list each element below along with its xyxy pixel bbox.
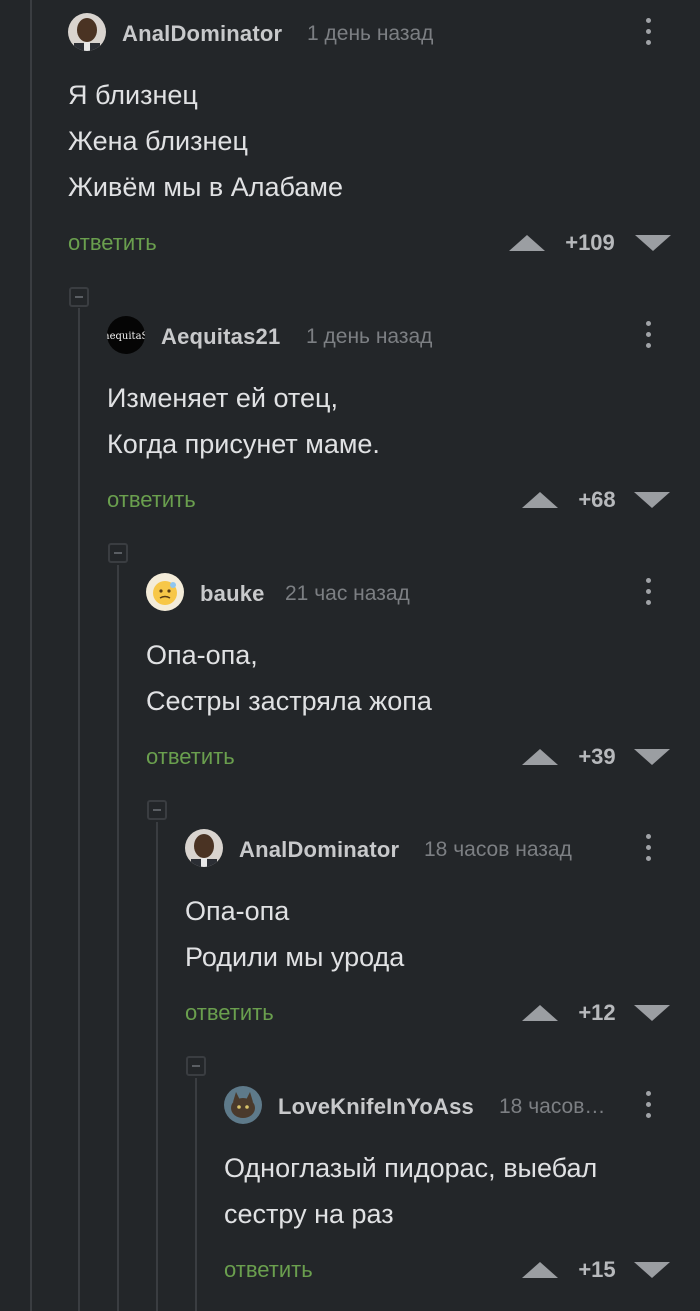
username[interactable]: Aequitas21 <box>161 324 280 350</box>
timestamp: 1 день назад <box>307 22 434 45</box>
upvote-arrow-icon[interactable] <box>522 749 558 765</box>
avatar[interactable] <box>146 573 184 611</box>
comment: bauke 21 час назад Опа-опа, Сестры застр… <box>146 572 700 822</box>
comment-header: LoveKnifeInYoAss 18 часов… <box>224 1085 700 1125</box>
comment-text: Опа-опа Родили мы урода <box>185 896 405 972</box>
comment-header: bauke 21 час назад <box>146 572 700 612</box>
thread-line <box>117 565 119 1311</box>
downvote-arrow-icon[interactable] <box>635 235 671 251</box>
comment-header: AnalDominator 1 день назад <box>68 12 700 52</box>
svg-text:aequitaS: aequitaS <box>107 331 145 342</box>
timestamp: 18 часов… <box>499 1095 606 1118</box>
comment-score: +12 <box>578 1000 616 1025</box>
comment-score: +39 <box>578 744 616 769</box>
comment-header: AnalDominator 18 часов назад <box>185 828 700 868</box>
comment-text: Изменяет ей отец, Когда присунет маме. <box>107 383 380 459</box>
comment-header: aequitaS Aequitas21 1 день назад <box>107 315 700 355</box>
timestamp: 1 день назад <box>306 325 433 348</box>
reply-button[interactable]: ответить <box>68 230 157 256</box>
comment: AnalDominator 18 часов назад Опа-опа Род… <box>185 828 700 1078</box>
avatar-man-icon <box>68 13 106 51</box>
comment-score: +15 <box>578 1257 616 1282</box>
upvote-arrow-icon[interactable] <box>509 235 545 251</box>
collapse-thread-button[interactable] <box>69 287 89 307</box>
thread-line <box>30 0 32 1311</box>
vote-controls: +15 <box>522 1257 700 1287</box>
downvote-arrow-icon[interactable] <box>634 1262 670 1278</box>
comment-text: Одноглазый пидорас, выебал сестру на раз <box>224 1153 598 1229</box>
vote-controls: +12 <box>522 1000 700 1030</box>
comment-score: +68 <box>578 487 616 512</box>
upvote-arrow-icon[interactable] <box>522 492 558 508</box>
username[interactable]: LoveKnifeInYoAss <box>278 1094 474 1120</box>
comment: aequitaS Aequitas21 1 день назад Изменяе… <box>107 315 700 565</box>
reply-button[interactable]: ответить <box>107 487 196 513</box>
avatar[interactable] <box>185 829 223 867</box>
avatar[interactable] <box>68 13 106 51</box>
avatar-man-icon <box>185 829 223 867</box>
more-options-icon[interactable] <box>642 321 654 349</box>
downvote-arrow-icon[interactable] <box>634 749 670 765</box>
comment-score: +109 <box>565 230 615 255</box>
vote-controls: +39 <box>522 744 700 774</box>
comment-text: Я близнец Жена близнец Живём мы в Алабам… <box>68 80 343 202</box>
avatar-aequitas-icon: aequitaS <box>107 316 145 354</box>
avatar-cat-icon <box>224 1086 262 1124</box>
timestamp: 18 часов назад <box>424 838 572 861</box>
upvote-arrow-icon[interactable] <box>522 1262 558 1278</box>
thread-line <box>156 822 158 1311</box>
avatar[interactable] <box>224 1086 262 1124</box>
username[interactable]: AnalDominator <box>239 837 399 863</box>
avatar[interactable]: aequitaS <box>107 316 145 354</box>
reply-button[interactable]: ответить <box>146 744 235 770</box>
comment: AnalDominator 1 день назад Я близнец Жен… <box>68 12 700 262</box>
upvote-arrow-icon[interactable] <box>522 1005 558 1021</box>
vote-controls: +109 <box>509 230 700 260</box>
downvote-arrow-icon[interactable] <box>634 492 670 508</box>
more-options-icon[interactable] <box>642 834 654 862</box>
username[interactable]: AnalDominator <box>122 21 282 47</box>
more-options-icon[interactable] <box>642 1091 654 1119</box>
downvote-arrow-icon[interactable] <box>634 1005 670 1021</box>
more-options-icon[interactable] <box>642 18 654 46</box>
more-options-icon[interactable] <box>642 578 654 606</box>
timestamp: 21 час назад <box>285 582 410 605</box>
vote-controls: +68 <box>522 487 700 517</box>
comment: LoveKnifeInYoAss 18 часов… Одноглазый пи… <box>224 1085 700 1311</box>
thread-line <box>78 308 80 1311</box>
avatar-emoji-icon <box>146 573 184 611</box>
username[interactable]: bauke <box>200 581 265 607</box>
reply-button[interactable]: ответить <box>224 1257 313 1283</box>
comment-text: Опа-опа, Сестры застряла жопа <box>146 640 432 716</box>
thread-line <box>195 1078 197 1311</box>
reply-button[interactable]: ответить <box>185 1000 274 1026</box>
